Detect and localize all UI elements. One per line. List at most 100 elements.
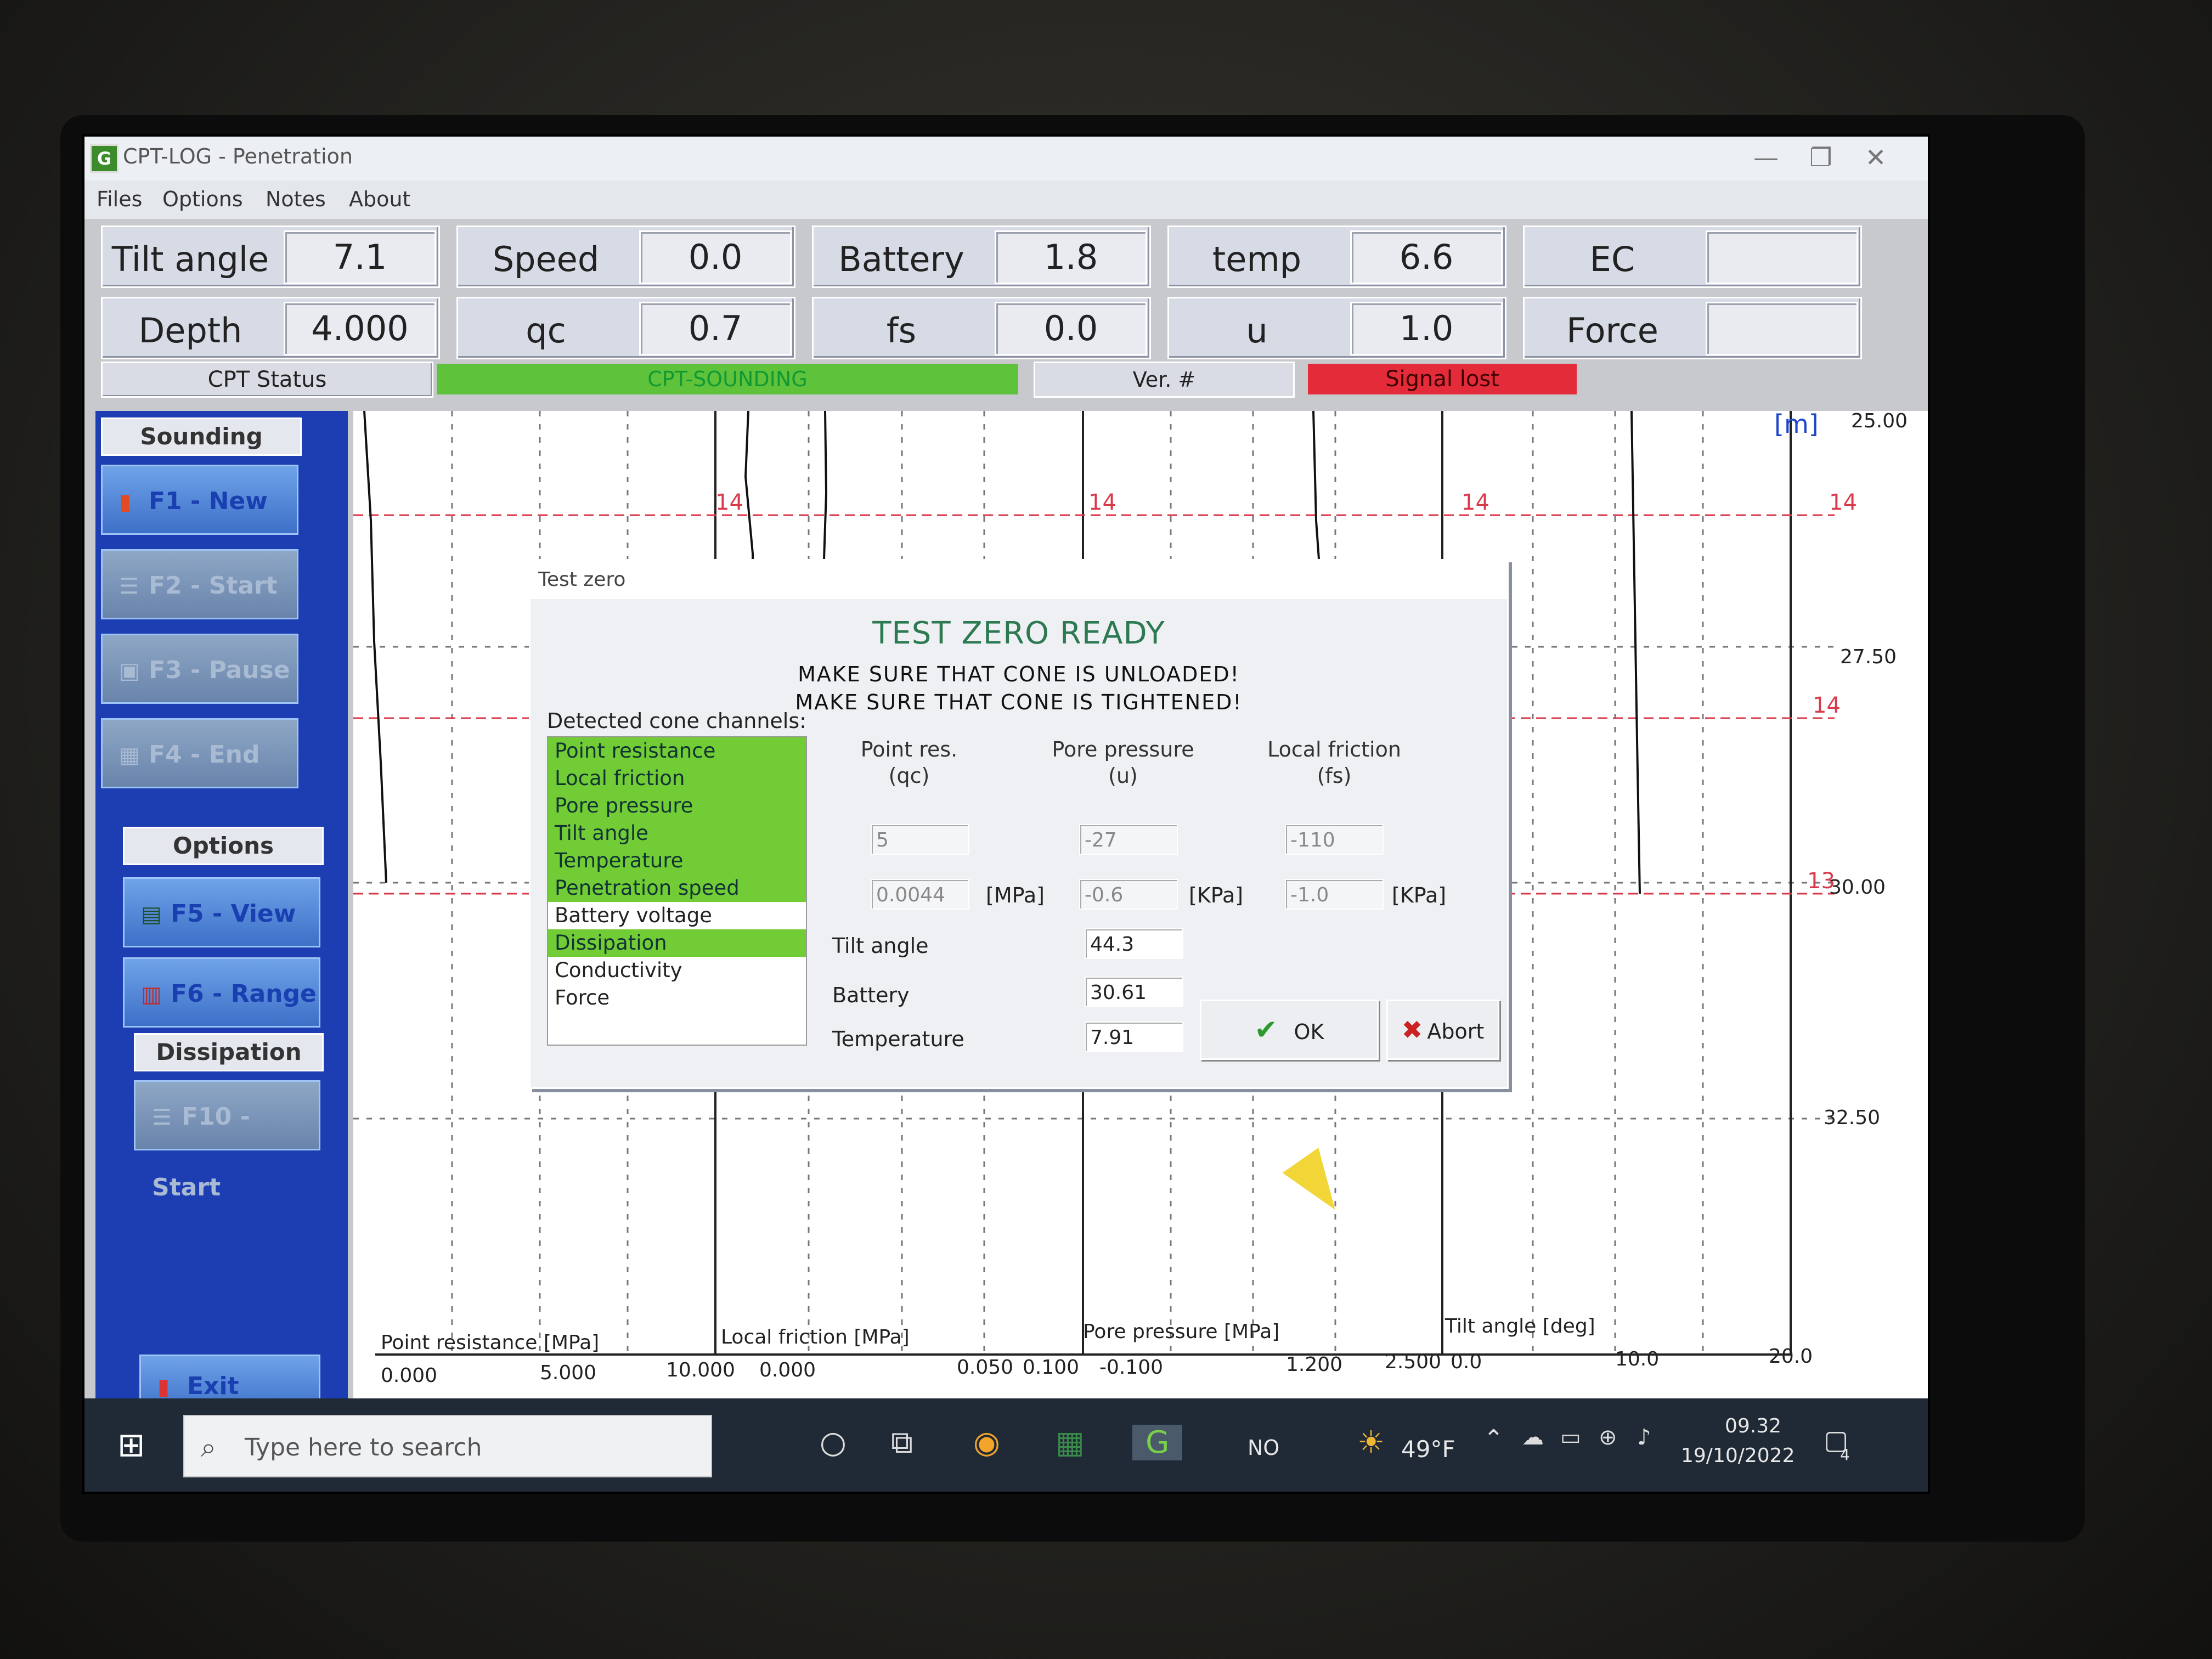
col-fs-header: Local friction (fs) <box>1244 736 1425 789</box>
minimize-button[interactable]: — <box>1741 141 1791 174</box>
fs-unit: [KPa] <box>1392 883 1447 907</box>
f3-pause-button[interactable]: ▣ F3 - Pause <box>101 634 298 704</box>
language-indicator[interactable]: NO <box>1248 1436 1279 1460</box>
f4-end-button[interactable]: ▦ F4 - End <box>101 718 298 788</box>
weather-icon[interactable]: ☀ <box>1357 1425 1385 1460</box>
excel-icon[interactable]: ▦ <box>1056 1425 1085 1460</box>
battery-label: Battery <box>832 983 910 1007</box>
axis-title-local-friction: Local friction [MPa] <box>721 1326 910 1348</box>
ok-button[interactable]: ✔ OK <box>1200 1000 1379 1060</box>
col-qc-header: Point res. (qc) <box>838 736 980 789</box>
menu-bar: Files Options Notes About <box>84 180 1928 219</box>
col-fs-symbol: (fs) <box>1317 764 1352 788</box>
readout-label: EC <box>1589 239 1635 279</box>
title-bar: G CPT-LOG - Penetration — ❐ ✕ <box>84 137 1928 180</box>
abort-button[interactable]: ✖ Abort <box>1386 1000 1499 1060</box>
readout-label: qc <box>526 311 566 351</box>
tilt-field[interactable]: 44.3 <box>1085 928 1183 959</box>
battery-icon[interactable]: ▭ <box>1560 1425 1581 1450</box>
marker-label: 14 <box>1088 490 1116 515</box>
channels-label: Detected cone channels: <box>547 709 806 733</box>
f6-range-button[interactable]: ▥ F6 - Range <box>123 957 320 1028</box>
network-icon[interactable]: ⊕ <box>1599 1425 1617 1450</box>
f10-start-button[interactable]: ☰ F10 - Start <box>134 1080 320 1201</box>
qc-value-field[interactable]: 0.0044 <box>871 879 969 910</box>
readout-value <box>1706 302 1858 356</box>
col-fs-name: Local friction <box>1267 737 1401 761</box>
x-tick: 0.000 <box>381 1364 437 1387</box>
col-u-symbol: (u) <box>1108 764 1138 788</box>
cortana-icon[interactable]: ○ <box>820 1425 847 1460</box>
readout-tilt-angle: Tilt angle 7.1 <box>101 225 440 288</box>
menu-options[interactable]: Options <box>162 187 243 211</box>
exit-label: Exit <box>187 1372 239 1400</box>
fs-value-field[interactable]: -1.0 <box>1285 879 1384 910</box>
onedrive-icon[interactable]: ☁ <box>1522 1425 1544 1450</box>
f5-view-button[interactable]: ▤ F5 - View <box>123 877 320 947</box>
temperature-field[interactable]: 7.91 <box>1085 1022 1183 1052</box>
readout-value: 4.000 <box>284 302 436 356</box>
fs-raw-field[interactable]: -110 <box>1285 824 1384 855</box>
readout-row-1: Tilt angle 7.1 Speed 0.0 Battery 1.8 tem… <box>101 225 1917 288</box>
readout-label: Force <box>1566 311 1658 351</box>
f1-label: F1 - New <box>149 487 268 515</box>
x-tick: 0.100 <box>1023 1356 1079 1379</box>
search-placeholder: Type here to search <box>245 1434 482 1462</box>
abort-x-icon: ✖ <box>1401 1015 1423 1045</box>
u-value-field[interactable]: -0.6 <box>1079 879 1178 910</box>
volume-icon[interactable]: ♪ <box>1637 1425 1651 1450</box>
channel-item: Force <box>555 986 610 1009</box>
readout-label: Battery <box>838 239 964 279</box>
axis-title-tilt-angle: Tilt angle [deg] <box>1444 1315 1595 1338</box>
depth-tick: 25.00 <box>1851 411 1908 432</box>
u-raw-field[interactable]: -27 <box>1079 824 1178 855</box>
marker-label: 14 <box>1813 693 1841 718</box>
readout-qc: qc 0.7 <box>456 297 795 359</box>
col-u-name: Pore pressure <box>1052 737 1194 761</box>
depth-axis: 25.00 27.50 30.00 32.50 [m] <box>1774 411 1908 1129</box>
search-box[interactable]: ⌕ Type here to search <box>183 1415 712 1477</box>
close-button[interactable]: ✕ <box>1851 141 1900 174</box>
pause-icon: ▣ <box>119 658 140 684</box>
qc-raw-field[interactable]: 5 <box>871 824 969 855</box>
menu-about[interactable]: About <box>349 187 410 211</box>
readout-fs: fs 0.0 <box>812 297 1151 359</box>
chevron-up-icon[interactable]: ⌃ <box>1483 1425 1504 1453</box>
version-label: Ver. # <box>1034 362 1295 398</box>
taskbar: ⊞ ⌕ Type here to search ○ ⧉ ◉ ▦ G NO ☀ 4… <box>84 1398 1928 1492</box>
range-icon: ▥ <box>141 982 162 1007</box>
restore-button[interactable]: ❐ <box>1796 141 1846 174</box>
f6-label: F6 - Range <box>171 980 317 1008</box>
depth-tick: 32.50 <box>1824 1107 1880 1129</box>
windows-start-icon[interactable]: ⊞ <box>117 1426 145 1464</box>
test-zero-dialog: Test zero TEST ZERO READY MAKE SURE THAT… <box>529 559 1509 1089</box>
status-row: CPT Status CPT-SOUNDING Ver. # Signal lo… <box>101 362 1917 398</box>
dialog-heading: TEST ZERO READY <box>872 616 1165 651</box>
weather-temp[interactable]: 49°F <box>1401 1436 1455 1463</box>
f2-label: F2 - Start <box>149 572 278 600</box>
tilt-angle-trace <box>1630 411 1641 894</box>
readout-value <box>1706 230 1858 284</box>
readout-value: 7.1 <box>284 230 436 284</box>
menu-files[interactable]: Files <box>97 187 142 211</box>
local-friction-trace-2 <box>823 411 828 560</box>
status-label: CPT Status <box>101 362 433 398</box>
channel-item: Temperature <box>548 847 806 874</box>
cpt-log-taskbar-icon[interactable]: G <box>1132 1425 1183 1460</box>
menu-notes[interactable]: Notes <box>266 187 326 211</box>
battery-field[interactable]: 30.61 <box>1085 977 1183 1007</box>
f1-new-button[interactable]: ▮ F1 - New <box>101 465 298 535</box>
new-icon: ▮ <box>119 489 132 515</box>
clock-time[interactable]: 09.32 <box>1725 1415 1781 1437</box>
chrome-icon[interactable]: ◉ <box>973 1425 1000 1460</box>
depth-tick: 27.50 <box>1840 646 1897 668</box>
channel-item: Penetration speed <box>548 874 806 902</box>
clock-date[interactable]: 19/10/2022 <box>1681 1444 1795 1467</box>
readout-label: Depth <box>138 311 242 351</box>
task-view-icon[interactable]: ⧉ <box>891 1425 913 1461</box>
x-axis-labels: Point resistance [MPa] Local friction [M… <box>381 1315 1813 1387</box>
col-qc-name: Point res. <box>860 737 958 761</box>
f2-start-button[interactable]: ☰ F2 - Start <box>101 549 298 619</box>
options-header: Options <box>123 827 324 865</box>
readout-row-2: Depth 4.000 qc 0.7 fs 0.0 u 1.0 Force <box>101 297 1917 359</box>
